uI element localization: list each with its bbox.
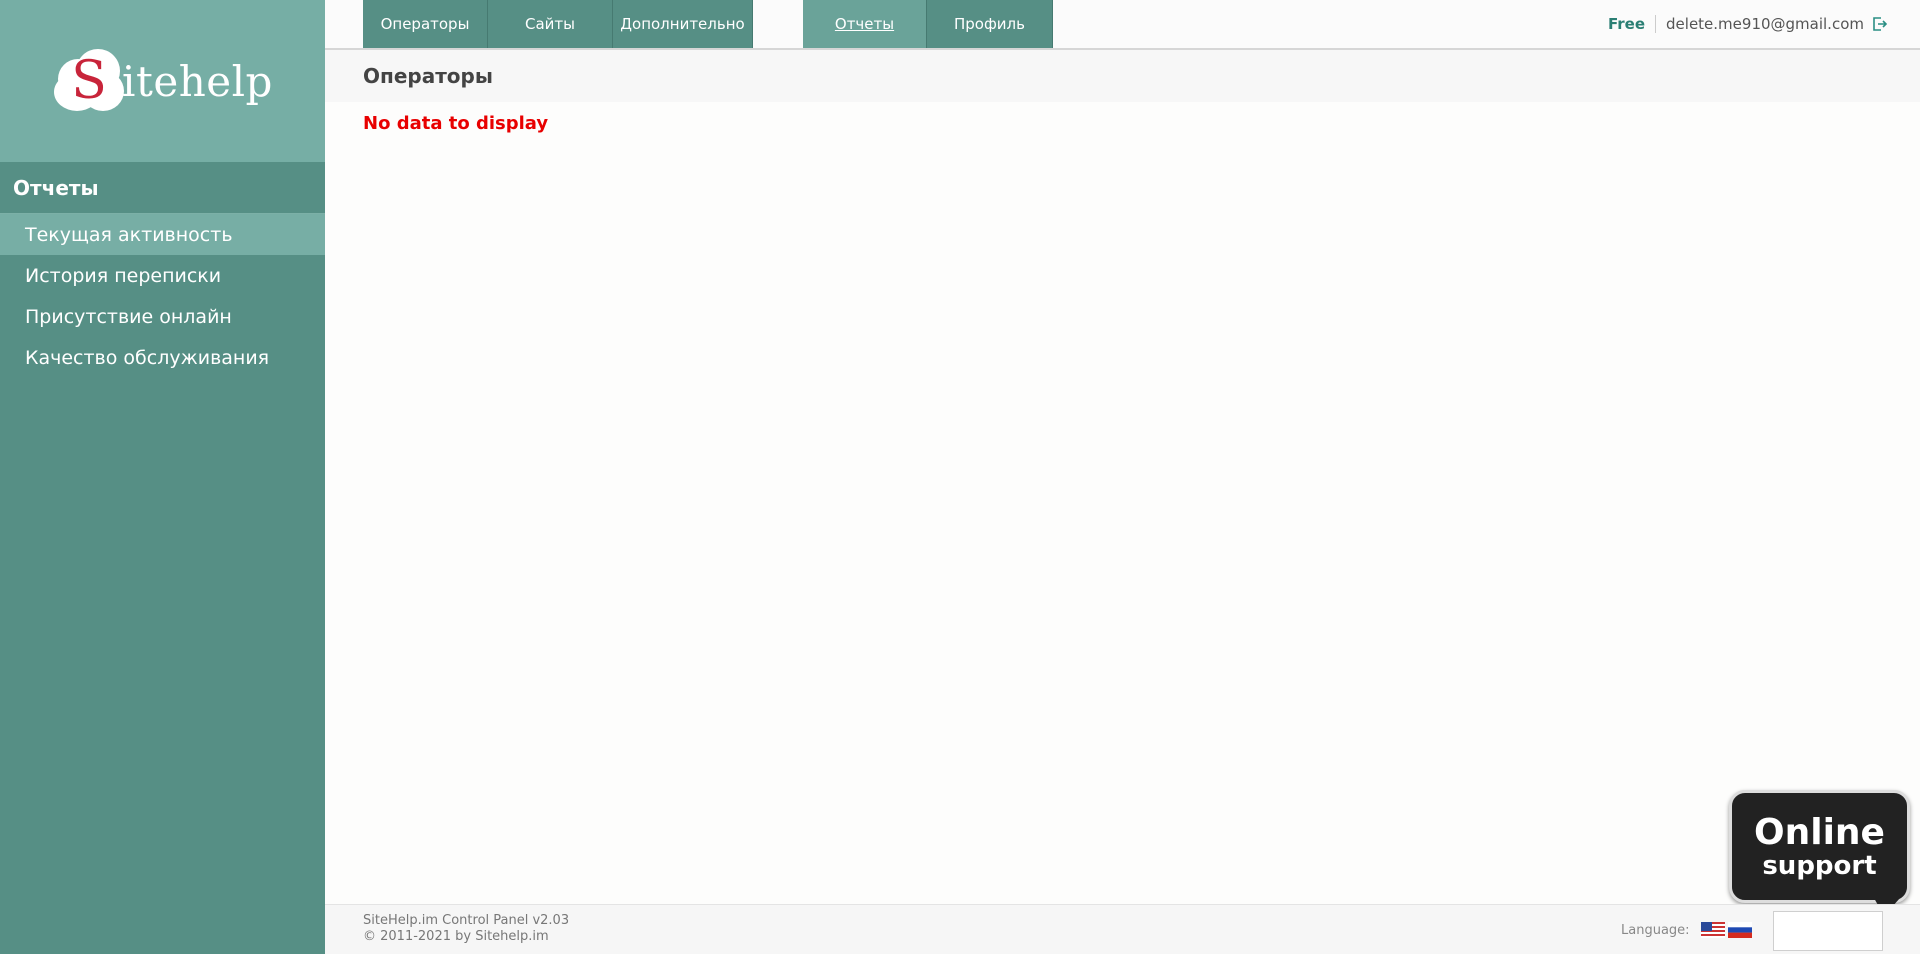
sidebar-item-current-activity[interactable]: Текущая активность (0, 214, 325, 255)
logo-text: itehelp (122, 56, 273, 106)
language-label: Language: (1621, 923, 1690, 938)
footer: SiteHelp.im Control Panel v2.03 © 2011-2… (325, 904, 1920, 954)
tab-additional[interactable]: Дополнительно (613, 0, 753, 48)
tab-profile[interactable]: Профиль (927, 0, 1053, 48)
page-header: Операторы (325, 50, 1920, 102)
sidebar: S itehelp Отчеты Текущая активность Исто… (0, 0, 325, 954)
account-area: Free delete.me910@gmail.com (1608, 0, 1888, 48)
tab-reports[interactable]: Отчеты (803, 0, 927, 48)
tab-operators-label: Операторы (380, 15, 470, 33)
page-title: Операторы (363, 64, 493, 88)
sidebar-item-online-presence[interactable]: Присутствие онлайн (0, 296, 325, 337)
logo-letter: S (71, 51, 107, 111)
sidebar-item-chat-history[interactable]: История переписки (0, 255, 325, 296)
tab-sites[interactable]: Сайты (488, 0, 613, 48)
logo-area: S itehelp (0, 0, 325, 162)
empty-state-message: No data to display (363, 113, 549, 134)
sidebar-section-title: Отчеты (0, 162, 325, 214)
tab-reports-label: Отчеты (834, 15, 895, 33)
account-divider (1655, 15, 1657, 33)
footer-version: SiteHelp.im Control Panel v2.03 (363, 913, 570, 928)
footer-copyright-line: © 2011-2021 by Sitehelp.im (363, 929, 549, 944)
russia-flag-icon[interactable] (1728, 922, 1752, 938)
tab-additional-label: Дополнительно (620, 15, 745, 33)
tab-sites-label: Сайты (525, 15, 575, 33)
support-line1: Online (1754, 811, 1885, 853)
tab-profile-label: Профиль (954, 15, 1025, 33)
footer-copyright: SiteHelp.im Control Panel v2.03 © 2011-2… (363, 913, 569, 945)
nav-tabs: Операторы Сайты Дополнительно Отчеты Про… (363, 0, 1053, 48)
us-flag-icon[interactable] (1701, 922, 1725, 938)
sitehelp-logo[interactable]: S itehelp (52, 47, 273, 115)
online-support-button[interactable]: Online support (1729, 790, 1910, 903)
tab-gap (753, 0, 803, 48)
logout-icon[interactable] (1872, 16, 1888, 32)
account-email[interactable]: delete.me910@gmail.com (1666, 15, 1864, 33)
support-line2: support (1762, 850, 1877, 881)
sidebar-item-service-quality[interactable]: Качество обслуживания (0, 337, 325, 378)
top-navigation-bar: Операторы Сайты Дополнительно Отчеты Про… (325, 0, 1920, 50)
logo-cloud-icon: S (52, 47, 126, 115)
tab-operators[interactable]: Операторы (363, 0, 488, 48)
broken-image-placeholder (1773, 911, 1883, 951)
plan-badge[interactable]: Free (1608, 15, 1645, 33)
